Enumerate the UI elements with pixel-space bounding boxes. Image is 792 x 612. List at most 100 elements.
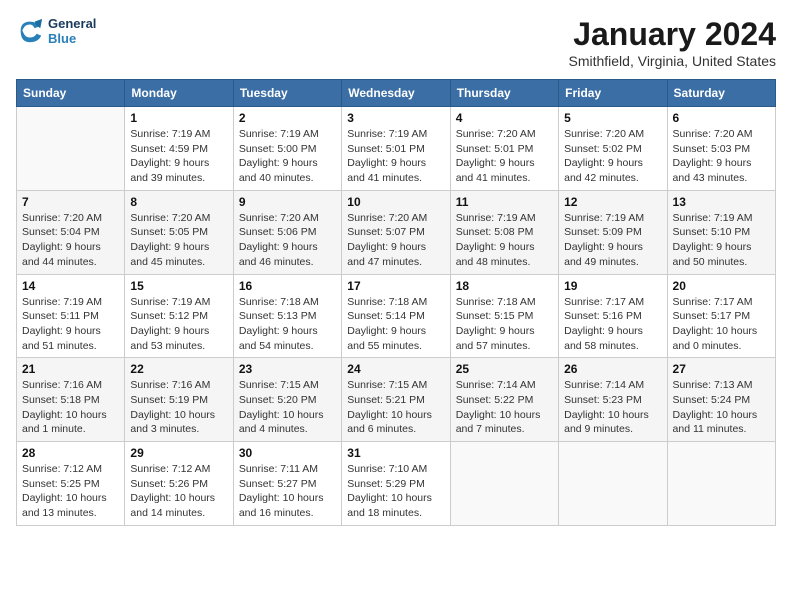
- day-number: 4: [456, 111, 553, 125]
- sunrise-text: Sunrise: 7:11 AM: [239, 463, 318, 475]
- day-info: Sunrise: 7:19 AM Sunset: 5:08 PM Dayligh…: [456, 211, 553, 270]
- day-info: Sunrise: 7:16 AM Sunset: 5:18 PM Dayligh…: [22, 378, 119, 437]
- sunrise-text: Sunrise: 7:20 AM: [22, 212, 102, 224]
- calendar-cell: 29 Sunrise: 7:12 AM Sunset: 5:26 PM Dayl…: [125, 442, 233, 526]
- daylight-text: Daylight: 9 hours and 41 minutes.: [347, 157, 426, 184]
- sunset-text: Sunset: 5:12 PM: [130, 310, 208, 322]
- calendar-cell: 18 Sunrise: 7:18 AM Sunset: 5:15 PM Dayl…: [450, 274, 558, 358]
- calendar-week-row: 28 Sunrise: 7:12 AM Sunset: 5:25 PM Dayl…: [17, 442, 776, 526]
- sunrise-text: Sunrise: 7:19 AM: [239, 128, 319, 140]
- day-info: Sunrise: 7:14 AM Sunset: 5:23 PM Dayligh…: [564, 378, 661, 437]
- day-info: Sunrise: 7:15 AM Sunset: 5:21 PM Dayligh…: [347, 378, 444, 437]
- calendar-cell: 27 Sunrise: 7:13 AM Sunset: 5:24 PM Dayl…: [667, 358, 775, 442]
- weekday-header-sunday: Sunday: [17, 80, 125, 107]
- calendar-cell: 15 Sunrise: 7:19 AM Sunset: 5:12 PM Dayl…: [125, 274, 233, 358]
- daylight-text: Daylight: 9 hours and 53 minutes.: [130, 325, 209, 352]
- daylight-text: Daylight: 10 hours and 3 minutes.: [130, 409, 215, 436]
- calendar-cell: 25 Sunrise: 7:14 AM Sunset: 5:22 PM Dayl…: [450, 358, 558, 442]
- sunset-text: Sunset: 5:02 PM: [564, 143, 642, 155]
- calendar-cell: 10 Sunrise: 7:20 AM Sunset: 5:07 PM Dayl…: [342, 190, 450, 274]
- daylight-text: Daylight: 9 hours and 57 minutes.: [456, 325, 535, 352]
- day-info: Sunrise: 7:20 AM Sunset: 5:03 PM Dayligh…: [673, 127, 770, 186]
- calendar-cell: 19 Sunrise: 7:17 AM Sunset: 5:16 PM Dayl…: [559, 274, 667, 358]
- weekday-header-row: SundayMondayTuesdayWednesdayThursdayFrid…: [17, 80, 776, 107]
- day-number: 5: [564, 111, 661, 125]
- day-number: 13: [673, 195, 770, 209]
- day-number: 21: [22, 362, 119, 376]
- day-number: 8: [130, 195, 227, 209]
- day-number: 3: [347, 111, 444, 125]
- sunset-text: Sunset: 5:24 PM: [673, 394, 751, 406]
- day-number: 14: [22, 279, 119, 293]
- calendar-week-row: 21 Sunrise: 7:16 AM Sunset: 5:18 PM Dayl…: [17, 358, 776, 442]
- sunset-text: Sunset: 5:13 PM: [239, 310, 317, 322]
- day-info: Sunrise: 7:18 AM Sunset: 5:14 PM Dayligh…: [347, 295, 444, 354]
- day-info: Sunrise: 7:20 AM Sunset: 5:06 PM Dayligh…: [239, 211, 336, 270]
- day-number: 26: [564, 362, 661, 376]
- sunset-text: Sunset: 4:59 PM: [130, 143, 208, 155]
- calendar-cell: [450, 442, 558, 526]
- daylight-text: Daylight: 9 hours and 46 minutes.: [239, 241, 318, 268]
- calendar-cell: 16 Sunrise: 7:18 AM Sunset: 5:13 PM Dayl…: [233, 274, 341, 358]
- daylight-text: Daylight: 9 hours and 40 minutes.: [239, 157, 318, 184]
- page-header: General Blue January 2024 Smithfield, Vi…: [16, 16, 776, 69]
- day-info: Sunrise: 7:13 AM Sunset: 5:24 PM Dayligh…: [673, 378, 770, 437]
- day-number: 30: [239, 446, 336, 460]
- daylight-text: Daylight: 10 hours and 11 minutes.: [673, 409, 758, 436]
- day-number: 16: [239, 279, 336, 293]
- daylight-text: Daylight: 9 hours and 48 minutes.: [456, 241, 535, 268]
- daylight-text: Daylight: 10 hours and 6 minutes.: [347, 409, 432, 436]
- calendar-cell: 1 Sunrise: 7:19 AM Sunset: 4:59 PM Dayli…: [125, 107, 233, 191]
- day-number: 22: [130, 362, 227, 376]
- calendar-cell: 21 Sunrise: 7:16 AM Sunset: 5:18 PM Dayl…: [17, 358, 125, 442]
- logo: General Blue: [16, 16, 96, 46]
- sunrise-text: Sunrise: 7:19 AM: [130, 296, 210, 308]
- day-info: Sunrise: 7:17 AM Sunset: 5:17 PM Dayligh…: [673, 295, 770, 354]
- calendar-cell: 30 Sunrise: 7:11 AM Sunset: 5:27 PM Dayl…: [233, 442, 341, 526]
- weekday-header-wednesday: Wednesday: [342, 80, 450, 107]
- day-number: 24: [347, 362, 444, 376]
- calendar-cell: 20 Sunrise: 7:17 AM Sunset: 5:17 PM Dayl…: [667, 274, 775, 358]
- sunset-text: Sunset: 5:17 PM: [673, 310, 751, 322]
- sunrise-text: Sunrise: 7:20 AM: [456, 128, 536, 140]
- day-info: Sunrise: 7:12 AM Sunset: 5:26 PM Dayligh…: [130, 462, 227, 521]
- calendar-cell: 5 Sunrise: 7:20 AM Sunset: 5:02 PM Dayli…: [559, 107, 667, 191]
- day-number: 2: [239, 111, 336, 125]
- calendar-cell: 11 Sunrise: 7:19 AM Sunset: 5:08 PM Dayl…: [450, 190, 558, 274]
- sunrise-text: Sunrise: 7:15 AM: [239, 379, 319, 391]
- sunrise-text: Sunrise: 7:19 AM: [130, 128, 210, 140]
- day-info: Sunrise: 7:19 AM Sunset: 5:11 PM Dayligh…: [22, 295, 119, 354]
- sunset-text: Sunset: 5:22 PM: [456, 394, 534, 406]
- sunrise-text: Sunrise: 7:17 AM: [673, 296, 753, 308]
- day-number: 6: [673, 111, 770, 125]
- day-info: Sunrise: 7:20 AM Sunset: 5:02 PM Dayligh…: [564, 127, 661, 186]
- location: Smithfield, Virginia, United States: [568, 53, 776, 69]
- sunrise-text: Sunrise: 7:19 AM: [347, 128, 427, 140]
- sunset-text: Sunset: 5:16 PM: [564, 310, 642, 322]
- day-number: 31: [347, 446, 444, 460]
- sunrise-text: Sunrise: 7:13 AM: [673, 379, 753, 391]
- daylight-text: Daylight: 9 hours and 44 minutes.: [22, 241, 101, 268]
- sunrise-text: Sunrise: 7:20 AM: [130, 212, 210, 224]
- calendar-week-row: 1 Sunrise: 7:19 AM Sunset: 4:59 PM Dayli…: [17, 107, 776, 191]
- calendar-cell: 4 Sunrise: 7:20 AM Sunset: 5:01 PM Dayli…: [450, 107, 558, 191]
- daylight-text: Daylight: 10 hours and 4 minutes.: [239, 409, 324, 436]
- sunset-text: Sunset: 5:05 PM: [130, 226, 208, 238]
- sunset-text: Sunset: 5:01 PM: [347, 143, 425, 155]
- calendar-cell: [17, 107, 125, 191]
- weekday-header-monday: Monday: [125, 80, 233, 107]
- day-number: 28: [22, 446, 119, 460]
- sunset-text: Sunset: 5:06 PM: [239, 226, 317, 238]
- calendar-cell: 13 Sunrise: 7:19 AM Sunset: 5:10 PM Dayl…: [667, 190, 775, 274]
- calendar-week-row: 7 Sunrise: 7:20 AM Sunset: 5:04 PM Dayli…: [17, 190, 776, 274]
- day-number: 27: [673, 362, 770, 376]
- daylight-text: Daylight: 9 hours and 50 minutes.: [673, 241, 752, 268]
- day-info: Sunrise: 7:15 AM Sunset: 5:20 PM Dayligh…: [239, 378, 336, 437]
- calendar-cell: 26 Sunrise: 7:14 AM Sunset: 5:23 PM Dayl…: [559, 358, 667, 442]
- sunset-text: Sunset: 5:27 PM: [239, 478, 317, 490]
- calendar-cell: 8 Sunrise: 7:20 AM Sunset: 5:05 PM Dayli…: [125, 190, 233, 274]
- sunset-text: Sunset: 5:29 PM: [347, 478, 425, 490]
- calendar-cell: [559, 442, 667, 526]
- sunset-text: Sunset: 5:09 PM: [564, 226, 642, 238]
- sunrise-text: Sunrise: 7:14 AM: [564, 379, 644, 391]
